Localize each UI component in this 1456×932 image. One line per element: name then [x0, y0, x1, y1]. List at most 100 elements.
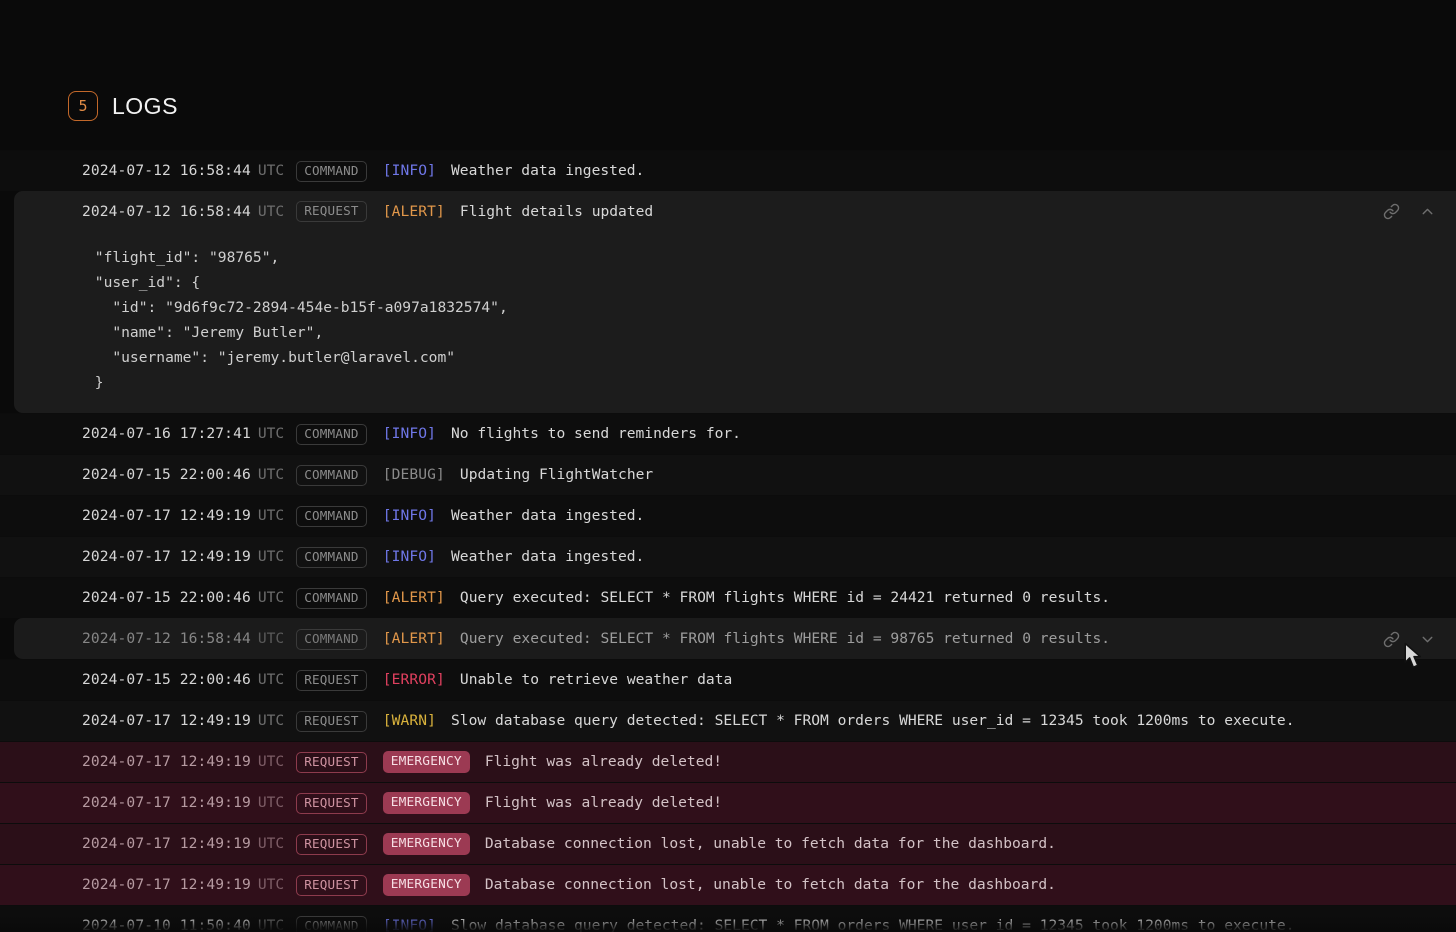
log-message: No flights to send reminders for. [451, 425, 741, 443]
log-timezone: UTC [257, 671, 285, 689]
log-timezone: UTC [257, 507, 285, 525]
log-message: Slow database query detected: SELECT * F… [451, 917, 1295, 932]
log-timestamp: 2024-07-17 12:49:19 [82, 753, 251, 771]
log-type-badge[interactable]: COMMAND [296, 915, 367, 932]
log-timestamp: 2024-07-17 12:49:19 [82, 507, 251, 525]
log-timestamp: 2024-07-15 22:00:46 [82, 589, 251, 607]
log-timezone: UTC [257, 835, 285, 853]
log-row[interactable]: 2024-07-17 12:49:19 UTC COMMAND [INFO] Weath… [0, 536, 1456, 577]
log-timezone: UTC [257, 202, 285, 220]
log-type-badge[interactable]: COMMAND [296, 587, 367, 609]
log-level-emergency: EMERGENCY [382, 751, 470, 773]
log-message: Unable to retrieve weather data [459, 671, 733, 689]
log-level-emergency: EMERGENCY [382, 874, 470, 896]
log-type-badge[interactable]: COMMAND [296, 160, 367, 182]
log-timezone: UTC [257, 876, 285, 894]
log-message: Query executed: SELECT * FROM flights WH… [459, 630, 1111, 648]
log-timestamp: 2024-07-12 16:58:44 [82, 202, 251, 220]
log-detail-json: "flight_id": "98765", "user_id": { "id":… [14, 231, 1456, 413]
link-icon[interactable] [1380, 628, 1402, 650]
log-message: Weather data ingested. [451, 162, 645, 180]
log-type-badge[interactable]: COMMAND [296, 546, 367, 568]
log-row[interactable]: 2024-07-12 16:58:44 UTC COMMAND [ALERT] Quer… [14, 618, 1456, 659]
log-timezone: UTC [257, 548, 285, 566]
log-timestamp: 2024-07-17 12:49:19 [82, 794, 251, 812]
log-level-info: [INFO] [382, 917, 437, 932]
log-timezone: UTC [257, 630, 285, 648]
log-timestamp: 2024-07-12 16:58:44 [82, 630, 251, 648]
log-timestamp: 2024-07-15 22:00:46 [82, 671, 251, 689]
log-row[interactable]: 2024-07-10 11:50:40 UTC COMMAND [INFO] Slow … [0, 905, 1456, 932]
log-timestamp: 2024-07-17 12:49:19 [82, 548, 251, 566]
log-message: Slow database query detected: SELECT * F… [451, 712, 1295, 730]
log-type-badge[interactable]: COMMAND [296, 505, 367, 527]
log-list: 2024-07-12 16:58:44 UTC COMMAND [INFO] Weath… [0, 150, 1456, 932]
log-message: Flight was already deleted! [484, 794, 723, 812]
log-count-badge: 5 [68, 91, 98, 121]
log-type-badge[interactable]: REQUEST [296, 833, 367, 855]
log-level-debug: [DEBUG] [382, 466, 445, 484]
log-type-badge[interactable]: COMMAND [296, 464, 367, 486]
log-timestamp: 2024-07-15 22:00:46 [82, 466, 251, 484]
log-level-emergency: EMERGENCY [382, 792, 470, 814]
log-message: Database connection lost, unable to fetc… [484, 876, 1056, 894]
log-row[interactable]: 2024-07-17 12:49:19 UTC REQUEST EMERGENCY Fl… [0, 741, 1456, 782]
log-level-info: [INFO] [382, 548, 437, 566]
log-row[interactable]: 2024-07-17 12:49:19 UTC REQUEST EMERGENCY Da… [0, 823, 1456, 864]
log-timestamp: 2024-07-16 17:27:41 [82, 425, 251, 443]
log-level-emergency: EMERGENCY [382, 833, 470, 855]
log-row[interactable]: 2024-07-17 12:49:19 UTC REQUEST EMERGENCY Da… [0, 864, 1456, 905]
log-message: Flight details updated [459, 202, 654, 220]
log-timezone: UTC [257, 794, 285, 812]
log-row[interactable]: 2024-07-12 16:58:44 UTC COMMAND [INFO] Weath… [0, 150, 1456, 191]
log-row[interactable]: 2024-07-16 17:27:41 UTC COMMAND [INFO] No fl… [0, 413, 1456, 454]
log-message: Weather data ingested. [451, 507, 645, 525]
log-row[interactable]: 2024-07-15 22:00:46 UTC COMMAND [ALERT] Quer… [0, 577, 1456, 618]
log-level-alert: [ALERT] [382, 589, 445, 607]
log-row[interactable]: 2024-07-15 22:00:46 UTC REQUEST [ERROR] Unab… [0, 659, 1456, 700]
chevron-down-icon[interactable] [1416, 628, 1438, 650]
log-row[interactable]: 2024-07-17 12:49:19 UTC REQUEST [WARN] Slow … [0, 700, 1456, 741]
log-timestamp: 2024-07-17 12:49:19 [82, 712, 251, 730]
log-timezone: UTC [257, 425, 285, 443]
log-timezone: UTC [257, 712, 285, 730]
log-level-error: [ERROR] [382, 671, 445, 689]
log-type-badge[interactable]: REQUEST [296, 669, 367, 691]
log-timezone: UTC [257, 466, 285, 484]
log-timestamp: 2024-07-17 12:49:19 [82, 876, 251, 894]
log-row[interactable]: 2024-07-15 22:00:46 UTC COMMAND [DEBUG] Upda… [0, 454, 1456, 495]
log-message: Flight was already deleted! [484, 753, 723, 771]
log-level-info: [INFO] [382, 162, 437, 180]
chevron-up-icon[interactable] [1416, 201, 1438, 223]
log-timestamp: 2024-07-17 12:49:19 [82, 835, 251, 853]
log-level-info: [INFO] [382, 507, 437, 525]
log-timezone: UTC [257, 753, 285, 771]
log-type-badge[interactable]: REQUEST [296, 792, 367, 814]
log-row[interactable]: 2024-07-17 12:49:19 UTC REQUEST EMERGENCY Fl… [0, 782, 1456, 823]
log-type-badge[interactable]: REQUEST [296, 710, 367, 732]
log-row-actions [1380, 192, 1438, 231]
logs-page: 5 LOGS 2024-07-12 16:58:44 UTC COMMAND [INF… [0, 0, 1456, 932]
page-header: 5 LOGS [0, 0, 1456, 150]
log-timezone: UTC [257, 917, 285, 932]
page-title: LOGS [112, 92, 178, 119]
log-type-badge[interactable]: COMMAND [296, 423, 367, 445]
log-type-badge[interactable]: REQUEST [296, 751, 367, 773]
log-row-actions [1380, 619, 1438, 659]
log-level-warn: [WARN] [382, 712, 437, 730]
log-type-badge[interactable]: REQUEST [296, 201, 367, 222]
log-row[interactable]: 2024-07-17 12:49:19 UTC COMMAND [INFO] Weath… [0, 495, 1456, 536]
log-level-alert: [ALERT] [382, 630, 445, 648]
link-icon[interactable] [1380, 201, 1402, 223]
log-timezone: UTC [257, 589, 285, 607]
log-level-alert: [ALERT] [382, 202, 445, 220]
log-message: Weather data ingested. [451, 548, 645, 566]
log-row[interactable]: 2024-07-12 16:58:44 UTC REQUEST [ALERT] Flig… [14, 191, 1456, 231]
log-type-badge[interactable]: COMMAND [296, 628, 367, 650]
log-message: Database connection lost, unable to fetc… [484, 835, 1056, 853]
log-timestamp: 2024-07-10 11:50:40 [82, 917, 251, 932]
log-message: Query executed: SELECT * FROM flights WH… [459, 589, 1111, 607]
log-level-info: [INFO] [382, 425, 437, 443]
log-timezone: UTC [257, 162, 285, 180]
log-type-badge[interactable]: REQUEST [296, 874, 367, 896]
